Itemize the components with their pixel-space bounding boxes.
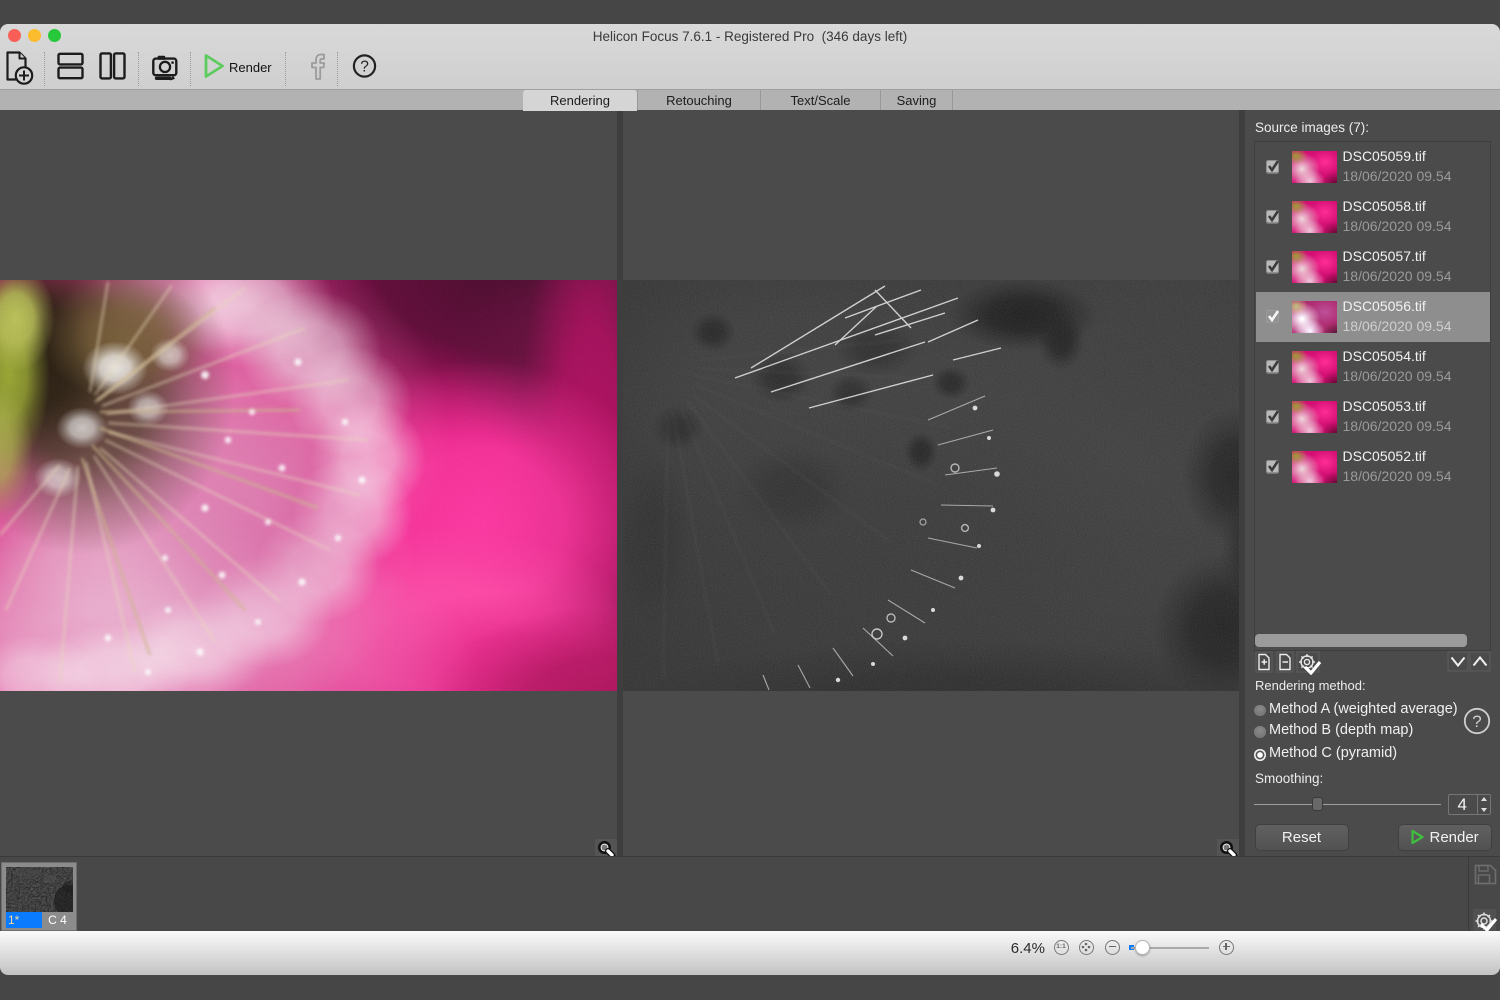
svg-text:?: ? [1472, 712, 1481, 731]
svg-text:?: ? [360, 59, 369, 76]
